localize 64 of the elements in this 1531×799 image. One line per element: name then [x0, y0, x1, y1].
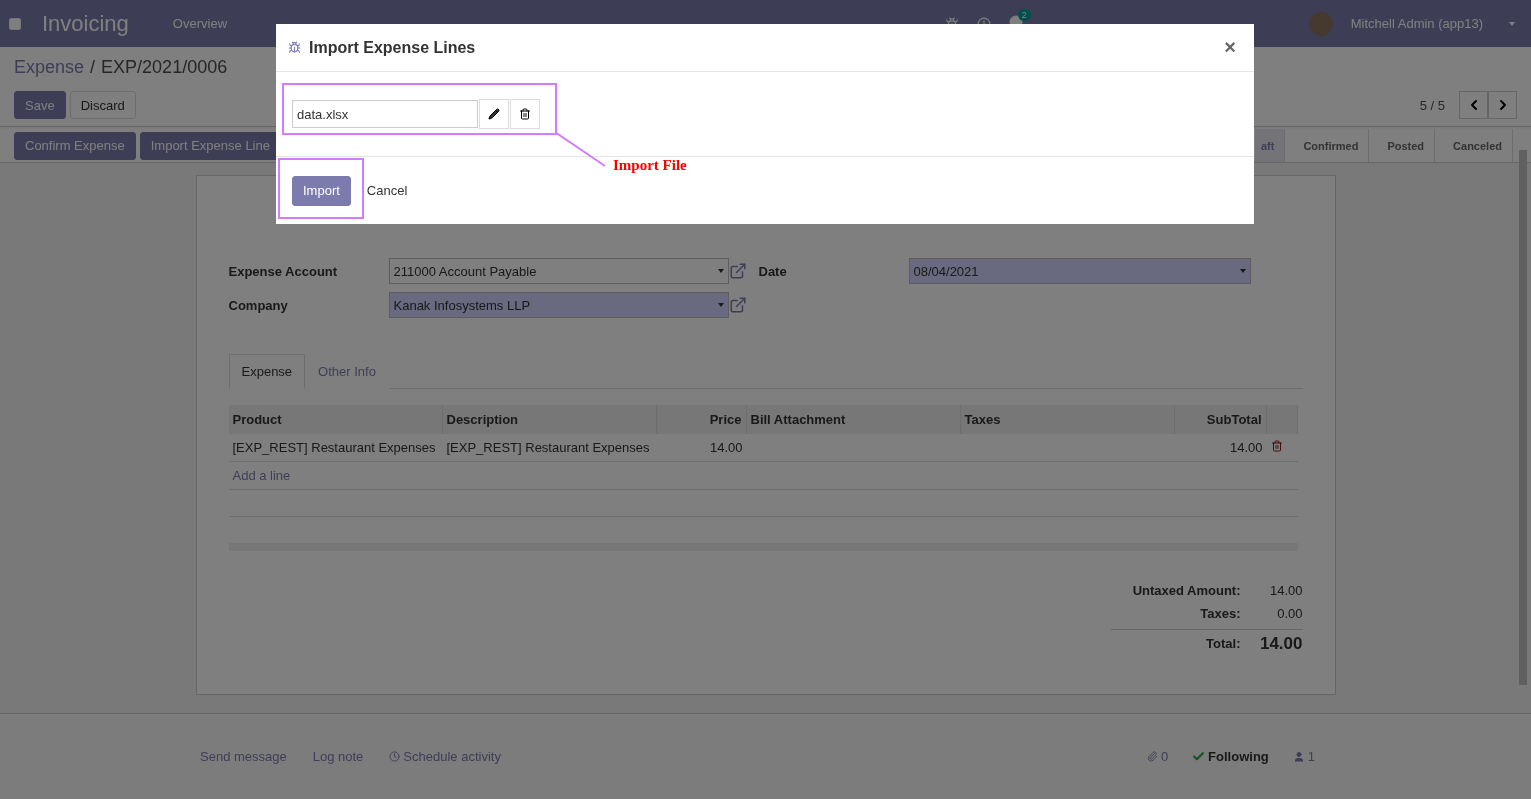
total-value: 0.00 — [1276, 606, 1303, 621]
total-label: Taxes: — [1199, 606, 1241, 621]
import-button[interactable]: Import — [292, 175, 351, 206]
message-count-badge: 2 — [1017, 9, 1031, 21]
following-button[interactable]: Following — [1192, 749, 1269, 764]
send-message-link[interactable]: Send message — [200, 749, 287, 764]
table-cell: 14.00 — [1174, 434, 1267, 462]
total-label: Untaxed Amount: — [1131, 583, 1241, 598]
pager-counter: 5 / 5 — [1419, 97, 1445, 113]
previous-button[interactable] — [1459, 91, 1488, 119]
delete-icon[interactable] — [1270, 440, 1283, 452]
check-icon — [1192, 750, 1206, 763]
dialog-title: Import Expense Lines — [309, 38, 476, 57]
external-link-icon[interactable] — [728, 296, 747, 314]
followers-button[interactable]: 1 — [1292, 749, 1315, 764]
app-name: Invoicing — [42, 10, 129, 37]
breadcrumb-link[interactable]: Expense — [14, 57, 85, 78]
pencil-icon — [488, 108, 500, 120]
clock-icon — [389, 751, 401, 762]
action-button[interactable]: Confirm Expense — [14, 131, 136, 160]
menu-item[interactable]: Overview — [172, 16, 228, 31]
close-button[interactable]: × — [1218, 35, 1242, 60]
save-button[interactable]: Save — [14, 91, 66, 119]
column-header: Description — [442, 405, 657, 434]
attachments-button[interactable]: 0 — [1146, 749, 1169, 764]
paperclip-icon — [1146, 751, 1158, 762]
total-label: Total: — [1110, 629, 1241, 654]
bug-icon — [288, 41, 301, 54]
breadcrumb-current: EXP/2021/0006 — [101, 57, 228, 78]
edit-button[interactable] — [479, 99, 509, 129]
delete-button[interactable] — [510, 99, 540, 129]
column-header: Taxes — [960, 405, 1175, 434]
user-avatar — [1308, 11, 1333, 36]
file-field[interactable]: data.xlsx — [292, 100, 478, 128]
log-note-link[interactable]: Log note — [312, 749, 364, 764]
discard-button[interactable]: Discard — [69, 91, 136, 119]
select-field[interactable]: 211000 Account Payable — [388, 258, 729, 284]
next-button[interactable] — [1488, 91, 1517, 119]
field-label: Date — [758, 263, 788, 279]
date-field[interactable]: 08/04/2021 — [908, 258, 1251, 284]
user-icon — [1292, 750, 1305, 763]
apps-menu-icon[interactable] — [8, 16, 22, 31]
add-line-link[interactable]: Add a line — [228, 462, 1298, 490]
tab[interactable]: Expense — [228, 354, 306, 389]
total-value: 14.00 — [1240, 629, 1303, 654]
total-value: 14.00 — [1268, 583, 1303, 598]
breadcrumb-separator: / — [90, 57, 96, 78]
cancel-button[interactable]: Cancel — [366, 183, 408, 198]
external-link-icon[interactable] — [728, 262, 747, 280]
table-cell: 14.00 — [656, 434, 747, 462]
column-header: SubTotal — [1174, 405, 1267, 434]
field-label: Company — [228, 297, 289, 313]
schedule-activity-link[interactable]: Schedule activity — [389, 749, 501, 764]
column-header: Price — [656, 405, 747, 434]
caret-icon[interactable] — [1509, 21, 1515, 26]
column-header: Bill Attachment — [746, 405, 961, 434]
trash-icon — [519, 108, 531, 120]
table-cell: [EXP_REST] Restaurant Expenses — [442, 434, 657, 462]
annotation-label: Import File — [613, 157, 687, 174]
select-field[interactable]: Kanak Infosystems LLP — [388, 292, 729, 318]
column-header: Product — [228, 405, 443, 434]
table-cell: [EXP_REST] Restaurant Expenses — [228, 434, 443, 462]
user-menu[interactable]: Mitchell Admin (app13) — [1350, 16, 1483, 31]
field-label: Expense Account — [228, 263, 339, 279]
